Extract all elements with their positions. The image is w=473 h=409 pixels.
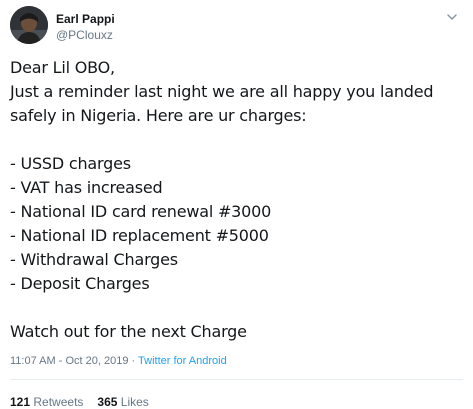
likes-stat[interactable]: 365 Likes — [97, 395, 148, 409]
tweet-line: - VAT has increased — [10, 178, 163, 197]
tweet-text: Dear Lil OBO, Just a reminder last night… — [10, 56, 463, 344]
tweet-date[interactable]: Oct 20, 2019 — [65, 355, 128, 367]
tweet-stats: 121 Retweets 365 Likes — [10, 395, 163, 409]
tweet-line: Dear Lil OBO, — [10, 58, 115, 77]
retweets-label: Retweets — [33, 395, 84, 409]
tweet-card: Earl Pappi @PClouxz Dear Lil OBO, Just a… — [0, 0, 473, 409]
author-names: Earl Pappi @PClouxz — [56, 12, 115, 42]
retweets-stat[interactable]: 121 Retweets — [10, 395, 83, 409]
tweet-line: - Withdrawal Charges — [10, 250, 178, 269]
tweet-line: Just a reminder last night we are all ha… — [10, 82, 434, 101]
tweet-meta: 11:07 AM - Oct 20, 2019 · Twitter for An… — [10, 355, 227, 367]
retweets-count: 121 — [10, 395, 31, 409]
meta-separator: - — [55, 355, 66, 367]
meta-dot: · — [128, 355, 139, 367]
author-handle[interactable]: @PClouxz — [56, 28, 115, 42]
tweet-line: - National ID card renewal #3000 — [10, 202, 272, 221]
avatar[interactable] — [10, 6, 48, 44]
tweet-line: - Deposit Charges — [10, 274, 150, 293]
tweet-line: safely in Nigeria. Here are ur charges: — [10, 106, 307, 125]
likes-count: 365 — [97, 395, 118, 409]
tweet-header: Earl Pappi @PClouxz — [10, 6, 463, 46]
tweet-line: - National ID replacement #5000 — [10, 226, 269, 245]
tweet-source-link[interactable]: Twitter for Android — [138, 355, 227, 367]
divider — [10, 379, 463, 380]
tweet-line: - USSD charges — [10, 154, 131, 173]
author-display-name[interactable]: Earl Pappi — [56, 12, 115, 26]
chevron-down-icon[interactable] — [445, 10, 459, 24]
likes-label: Likes — [120, 395, 149, 409]
avatar-image — [10, 6, 48, 44]
tweet-time[interactable]: 11:07 AM — [10, 355, 56, 367]
tweet-line: Watch out for the next Charge — [10, 322, 247, 341]
